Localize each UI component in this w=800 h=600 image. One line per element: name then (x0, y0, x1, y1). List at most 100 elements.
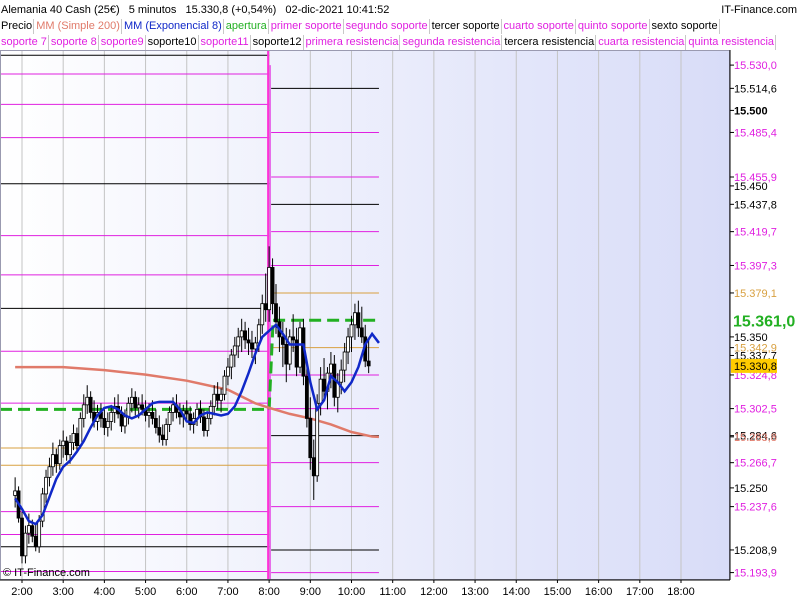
candle-body (164, 424, 169, 440)
candle-body (44, 476, 48, 495)
x-tick-label: 17:00 (626, 586, 654, 598)
candle-body (160, 434, 165, 440)
candle-body (205, 418, 210, 431)
candle-body (126, 402, 131, 418)
candle-body (61, 440, 66, 447)
candle-body (329, 363, 333, 374)
candle-body (366, 360, 371, 367)
candle-body (78, 418, 83, 447)
candle-body (81, 404, 86, 419)
candle-body (359, 327, 364, 338)
x-tick-label: 3:00 (52, 586, 73, 598)
candle-body (50, 454, 55, 468)
y-tick-label: 15.485,4 (734, 127, 777, 139)
candle-body (304, 375, 309, 419)
candle-body (57, 445, 62, 465)
plot-background (0, 50, 730, 580)
candle-body (123, 416, 127, 427)
candle-body (311, 457, 316, 477)
candle-body (243, 330, 247, 341)
candle-body (129, 396, 134, 404)
candle-body (167, 411, 172, 425)
candle-body (171, 404, 175, 413)
y-tick-label: 15.379,1 (734, 288, 777, 300)
candle-body (105, 421, 110, 428)
candle-body (274, 303, 278, 323)
candle-body (239, 330, 244, 338)
candle-body (184, 410, 189, 415)
candle-body (23, 532, 28, 557)
candle-body (322, 378, 326, 392)
candle-body (318, 378, 323, 404)
x-tick-label: 12:00 (420, 586, 448, 598)
x-tick-label: 2:00 (11, 586, 32, 598)
candle-body (33, 535, 38, 548)
y-tick-label: 15.283,8 (734, 432, 777, 444)
candle-body (147, 411, 151, 416)
y-tick-label: 15.419,7 (734, 227, 777, 239)
candle-body (37, 520, 42, 548)
candle-body (85, 396, 90, 406)
candle-body (47, 466, 52, 478)
candle-body (202, 416, 206, 431)
candle-body (232, 345, 237, 356)
candle-body (260, 303, 265, 326)
candle-body (222, 375, 227, 395)
candle-body (315, 402, 320, 477)
copyright-label: © IT-Finance.com (3, 567, 90, 579)
y-tick-label: 15.193,9 (734, 568, 777, 580)
candle-body (102, 418, 107, 428)
candle-body (229, 354, 234, 368)
y-tick-label: 15.397,3 (734, 260, 777, 272)
candle-body (219, 393, 223, 401)
candle-body (346, 336, 350, 353)
x-tick-label: 15:00 (544, 586, 572, 598)
candle-body (26, 525, 31, 534)
candle-body (298, 327, 302, 368)
chart-window: { "header": { "instrument": "Alemania 40… (0, 0, 800, 600)
x-tick-label: 7:00 (217, 586, 238, 598)
x-tick-label: 9:00 (300, 586, 321, 598)
candle-body (270, 267, 275, 305)
y-tick-label: 15.450 (734, 181, 768, 193)
candle-body (349, 324, 354, 338)
candle-body (215, 393, 220, 401)
candle-body (20, 517, 24, 557)
candle-body (136, 404, 141, 409)
candle-body (157, 427, 162, 436)
candle-body (119, 413, 124, 427)
candle-body (54, 454, 59, 465)
x-tick-label: 16:00 (585, 586, 613, 598)
candle-body (250, 342, 254, 350)
candle-body (236, 336, 241, 347)
y-tick-label: 15.530,0 (734, 60, 777, 72)
x-tick-label: 8:00 (258, 586, 279, 598)
y-tick-label: 15.302,5 (734, 404, 777, 416)
y-tick-label: 15.500 (734, 105, 768, 117)
x-tick-label: 5:00 (135, 586, 156, 598)
candle-body (267, 267, 272, 311)
candle-body (246, 339, 251, 344)
y-tick-label: 15.514,6 (734, 83, 777, 95)
candle-body (68, 442, 72, 456)
candle-body (356, 312, 361, 329)
candle-body (353, 312, 357, 326)
y-tick-label: 15.266,7 (734, 458, 777, 470)
candle-body (140, 404, 145, 410)
candle-body (339, 369, 344, 383)
candle-body (226, 366, 230, 377)
candle-body (71, 433, 76, 443)
y-tick-label: 15.237,6 (734, 502, 777, 514)
candle-body (212, 393, 217, 407)
candle-body (13, 490, 18, 496)
current-price-label: 15.330,8 (734, 361, 777, 373)
candle-body (284, 344, 289, 365)
x-tick-label: 11:00 (379, 586, 406, 598)
candle-body (150, 411, 155, 419)
candle-body (291, 336, 296, 341)
x-tick-label: 6:00 (176, 586, 197, 598)
candle-body (64, 440, 69, 456)
candle-body (153, 418, 158, 428)
y-tick-label: 15.437,8 (734, 199, 777, 211)
x-tick-label: 14:00 (502, 586, 530, 598)
